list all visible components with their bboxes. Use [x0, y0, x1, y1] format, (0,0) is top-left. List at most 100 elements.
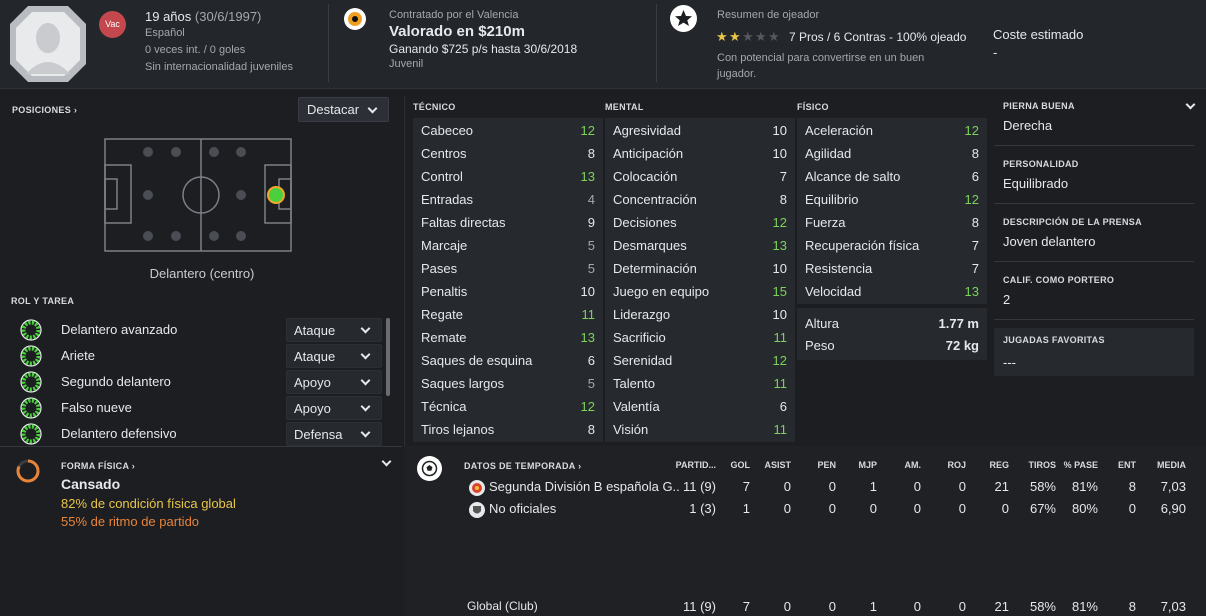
mental-attribute-row: Concentración 8 [605, 188, 795, 211]
player-dob: (30/6/1997) [194, 9, 262, 24]
attribute-value: 7 [971, 261, 979, 276]
role-name: Delantero defensivo [61, 426, 177, 441]
club-crest-icon[interactable] [344, 8, 366, 30]
attribute-name: Aceleración [805, 123, 873, 138]
roles-scrollbar[interactable] [386, 318, 390, 396]
attribute-value: 10 [772, 261, 787, 276]
attribute-value: 8 [779, 192, 787, 207]
shield-icon [469, 502, 485, 518]
attribute-name: Desmarques [613, 238, 687, 253]
mental-attribute-row: Desmarques 13 [605, 234, 795, 257]
duty-dropdown[interactable]: Ataque [286, 318, 382, 342]
duty-label: Ataque [294, 349, 336, 364]
competition-name[interactable]: Segunda División B española G... [489, 479, 679, 494]
player-age: 19 años (30/6/1997) [145, 9, 261, 24]
attribute-value: 13 [580, 330, 595, 345]
scout-note: Con potencial para convertirse en un bue… [717, 52, 925, 80]
duty-dropdown[interactable]: Ataque [286, 344, 382, 368]
role-row[interactable]: Delantero avanzado Ataque [0, 318, 390, 342]
scout-stars: ★ ★ ★ ★ ★ [716, 30, 782, 44]
attribute-name: Determinación [613, 261, 697, 276]
chevron-down-icon [360, 401, 371, 412]
chevron-down-icon [367, 103, 378, 114]
preferred-foot-title: PIERNA BUENA [1003, 101, 1075, 111]
technical-attribute-row: Control 13 [413, 165, 603, 188]
role-row[interactable]: Falso nueve Apoyo [0, 396, 390, 420]
attribute-value: 10 [772, 146, 787, 161]
technical-attribute-row: Tiros lejanos 8 [413, 418, 603, 441]
attribute-value: 11 [773, 422, 788, 437]
physical-attribute-row: Equilibrio 12 [797, 188, 987, 211]
mental-attribute-row: Anticipación 10 [605, 142, 795, 165]
attribute-value: 12 [964, 123, 979, 138]
role-name: Delantero avanzado [61, 322, 178, 337]
stats-cell: 6,90 [1160, 501, 1186, 516]
attribute-value: 12 [772, 353, 787, 368]
attribute-name: Colocación [613, 169, 678, 184]
physical-attribute-row: Recuperación física 7 [797, 234, 987, 257]
player-nationality: Español [145, 27, 185, 39]
stats-cell: 7,03 [1160, 479, 1186, 494]
stats-column-header[interactable]: MEDIA [1126, 460, 1186, 470]
fitness-title[interactable]: FORMA FÍSICA › [61, 461, 135, 471]
favourite-moves-title: JUGADAS FAVORITAS [1003, 335, 1105, 345]
technical-attribute-row: Remate 13 [413, 326, 603, 349]
attribute-name: Técnica [421, 399, 467, 414]
physical-attribute-row: Velocidad 13 [797, 280, 987, 303]
technical-attribute-row: Cabeceo 12 [413, 119, 603, 142]
player-wage: Ganando $725 p/s hasta 30/6/2018 [389, 42, 578, 56]
attribute-value: 7 [779, 169, 787, 184]
technical-attribute-row: Entradas 4 [413, 188, 603, 211]
roles-title: ROL Y TAREA [11, 296, 75, 306]
role-row[interactable]: Ariete Ataque [0, 344, 390, 368]
duty-dropdown[interactable]: Apoyo [286, 396, 382, 420]
attribute-name: Saques largos [421, 376, 505, 391]
height-value: 1.77 m [938, 316, 979, 331]
role-icon [20, 345, 42, 367]
competition-name[interactable]: No oficiales [489, 501, 679, 516]
attribute-name: Control [421, 169, 463, 184]
highlight-dropdown[interactable]: Destacar [298, 97, 389, 122]
technical-attribute-row: Técnica 12 [413, 395, 603, 418]
chevron-down-icon [360, 427, 371, 438]
attribute-name: Faltas directas [421, 215, 506, 230]
role-icon [20, 371, 42, 393]
gk-rating-value: 2 [1003, 292, 1011, 307]
chevron-down-icon [360, 323, 371, 334]
attribute-name: Serenidad [613, 353, 673, 368]
duty-label: Defensa [294, 427, 343, 442]
preferred-foot-block: PIERNA BUENA Derecha [994, 96, 1194, 146]
mental-attribute-row: Agresividad 10 [605, 119, 795, 142]
role-icon [20, 397, 42, 419]
fitness-sharpness: 55% de ritmo de partido [61, 514, 200, 529]
scout-star-icon[interactable] [670, 5, 697, 32]
stats-total-label: Global (Club) [467, 599, 538, 613]
role-row[interactable]: Delantero defensivo Defensa [0, 422, 390, 446]
role-name: Segundo delantero [61, 374, 171, 389]
chevron-down-icon[interactable] [381, 456, 392, 467]
technical-attribute-row: Pases 5 [413, 257, 603, 280]
attribute-value: 11 [581, 307, 596, 322]
technical-attribute-row: Centros 8 [413, 142, 603, 165]
season-stats-title[interactable]: DATOS DE TEMPORADA › [464, 461, 581, 471]
attribute-name: Cabeceo [421, 123, 474, 138]
duty-dropdown[interactable]: Apoyo [286, 370, 382, 394]
attribute-value: 5 [587, 376, 595, 391]
attribute-value: 11 [773, 376, 788, 391]
duty-dropdown[interactable]: Defensa [286, 422, 382, 446]
media-description-value: Joven delantero [1003, 234, 1096, 249]
role-row[interactable]: Segundo delantero Apoyo [0, 370, 390, 394]
technical-title: TÉCNICO [413, 102, 456, 112]
player-avatar [8, 4, 88, 84]
attribute-name: Velocidad [805, 284, 862, 299]
attribute-name: Remate [421, 330, 467, 345]
mental-title: MENTAL [605, 102, 644, 112]
football-icon[interactable] [417, 456, 442, 481]
estimated-cost-label: Coste estimado [993, 27, 1084, 42]
role-icon [20, 319, 42, 341]
media-description-block: DESCRIPCIÓN DE LA PRENSA Joven delantero [994, 212, 1194, 262]
positions-title[interactable]: POSICIONES › [12, 105, 77, 115]
player-youth-caps: Sin internacionalidad juveniles [145, 61, 293, 73]
attribute-value: 15 [772, 284, 787, 299]
physical-attribute-row: Agilidad 8 [797, 142, 987, 165]
